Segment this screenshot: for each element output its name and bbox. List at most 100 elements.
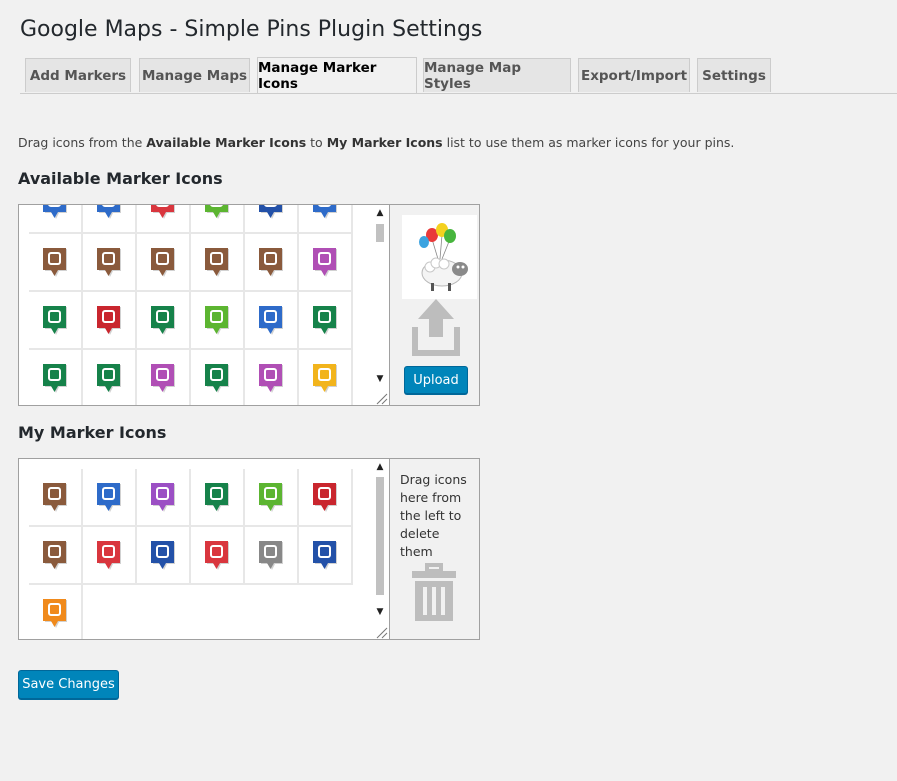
marker-icon-tile[interactable] <box>245 527 299 585</box>
delete-drop-hint: Drag icons here from the left to delete … <box>400 472 467 559</box>
scroll-up-arrow-icon[interactable]: ▲ <box>371 205 389 221</box>
my-icons-panel: ▲ ▼ Drag icons here from the left to del… <box>18 458 480 640</box>
delete-drop-zone[interactable]: Drag icons here from the left to delete … <box>389 459 479 639</box>
breastfeeding-icon <box>96 540 122 571</box>
marker-icon-tile[interactable] <box>29 527 83 585</box>
trash-can-icon <box>410 563 458 623</box>
crocodile-icon <box>150 305 176 336</box>
marker-partial-icon <box>150 205 176 220</box>
marker-icon-tile[interactable] <box>245 350 299 405</box>
save-changes-button[interactable]: Save Changes <box>18 670 119 699</box>
tree-icon <box>42 305 68 336</box>
tab-manage-marker-icons[interactable]: Manage Marker Icons <box>257 57 417 93</box>
weathervane-icon <box>42 363 68 394</box>
available-icons-panel: ▲ ▼ Upload <box>18 204 480 406</box>
marker-icon-tile[interactable] <box>83 469 137 527</box>
resize-grip-icon[interactable] <box>371 623 389 639</box>
marker-icon-tile[interactable] <box>245 469 299 527</box>
scroll-down-arrow-icon[interactable]: ▼ <box>371 604 389 620</box>
marker-icon-tile[interactable] <box>245 205 299 234</box>
marker-icon-tile[interactable] <box>29 234 83 292</box>
available-icons-scrollbar[interactable]: ▲ ▼ <box>371 205 389 405</box>
flying-sheep-with-balloons-image <box>402 215 477 299</box>
marker-icon-tile[interactable] <box>137 527 191 585</box>
person-icon <box>258 363 284 394</box>
fishing-icon <box>150 540 176 571</box>
my-icons-scrollbar[interactable]: ▲ ▼ <box>371 459 389 639</box>
hands-heart-icon <box>96 363 122 394</box>
radar-icon <box>204 305 230 336</box>
marker-icon-tile[interactable] <box>29 205 83 234</box>
marker-icon-tile[interactable] <box>191 234 245 292</box>
marker-icon-tile[interactable] <box>29 469 83 527</box>
marker-icon-tile[interactable] <box>83 350 137 405</box>
alien-icon <box>96 305 122 336</box>
building-icon <box>312 363 338 394</box>
jeep-icon <box>42 598 68 629</box>
marker-icon-tile[interactable] <box>299 205 353 234</box>
scrollbar-thumb[interactable] <box>376 224 384 242</box>
marker-icon-tile[interactable] <box>137 234 191 292</box>
tab-settings[interactable]: Settings <box>697 58 771 92</box>
my-icons-heading: My Marker Icons <box>18 423 167 442</box>
marker-icon-tile[interactable] <box>299 292 353 350</box>
marker-icon-tile[interactable] <box>29 585 83 639</box>
airplane-icon <box>42 482 68 513</box>
recycle-icon <box>258 482 284 513</box>
marker-icon-tile[interactable] <box>191 292 245 350</box>
marker-icon-tile[interactable] <box>191 527 245 585</box>
marker-icon-tile[interactable] <box>137 469 191 527</box>
aircraft-hangar-icon <box>150 247 176 278</box>
resize-grip-icon[interactable] <box>371 389 389 405</box>
upload-button[interactable]: Upload <box>404 366 468 394</box>
nav-tab-bar: Add Markers Manage Maps Manage Marker Ic… <box>20 56 897 94</box>
marker-partial-icon <box>96 205 122 220</box>
tab-manage-map-styles[interactable]: Manage Map Styles <box>423 58 571 92</box>
folder-icon <box>258 540 284 571</box>
upload-area: Upload <box>389 205 479 405</box>
marker-icon-tile[interactable] <box>83 292 137 350</box>
scroll-up-arrow-icon[interactable]: ▲ <box>371 459 389 475</box>
marker-icon-tile[interactable] <box>83 527 137 585</box>
marker-icon-tile[interactable] <box>245 292 299 350</box>
marker-icon-tile[interactable] <box>299 469 353 527</box>
description-middle: to <box>306 135 327 150</box>
runway-plane-icon <box>42 540 68 571</box>
scrollbar-thumb[interactable] <box>376 477 384 595</box>
marker-icon-tile[interactable] <box>299 234 353 292</box>
marker-icon-tile[interactable] <box>245 234 299 292</box>
marker-icon-tile[interactable] <box>299 527 353 585</box>
marker-icon-tile[interactable] <box>191 469 245 527</box>
swimming-icon <box>312 305 338 336</box>
available-icons-heading: Available Marker Icons <box>18 169 223 188</box>
marker-icon-tile[interactable] <box>137 292 191 350</box>
factory-icon <box>258 247 284 278</box>
fountain-icon <box>258 305 284 336</box>
waterslide-icon <box>312 247 338 278</box>
marker-partial-icon <box>42 205 68 220</box>
marker-partial-icon <box>312 205 338 220</box>
runway-plane-icon <box>204 247 230 278</box>
marker-icon-tile[interactable] <box>191 205 245 234</box>
marker-icon-tile[interactable] <box>29 350 83 405</box>
scroll-down-arrow-icon[interactable]: ▼ <box>371 371 389 387</box>
marker-icon-tile[interactable] <box>137 350 191 405</box>
u-turn-icon <box>312 540 338 571</box>
page-description: Drag icons from the Available Marker Ico… <box>18 135 734 150</box>
tab-manage-maps[interactable]: Manage Maps <box>139 58 250 92</box>
tab-export-import[interactable]: Export/Import <box>578 58 690 92</box>
birthday-cake-icon <box>150 363 176 394</box>
marker-icon-tile[interactable] <box>83 205 137 234</box>
marker-partial-icon <box>204 205 230 220</box>
ant-icon <box>204 482 230 513</box>
marker-icon-tile[interactable] <box>191 350 245 405</box>
tab-add-markers[interactable]: Add Markers <box>25 58 131 92</box>
description-suffix: list to use them as marker icons for you… <box>442 135 735 150</box>
marker-icon-tile[interactable] <box>299 350 353 405</box>
marker-icon-tile[interactable] <box>83 234 137 292</box>
page-title: Google Maps - Simple Pins Plugin Setting… <box>20 17 483 42</box>
alien-icon <box>312 482 338 513</box>
marker-icon-tile[interactable] <box>137 205 191 234</box>
upload-arrow-icon <box>409 297 463 357</box>
marker-icon-tile[interactable] <box>29 292 83 350</box>
